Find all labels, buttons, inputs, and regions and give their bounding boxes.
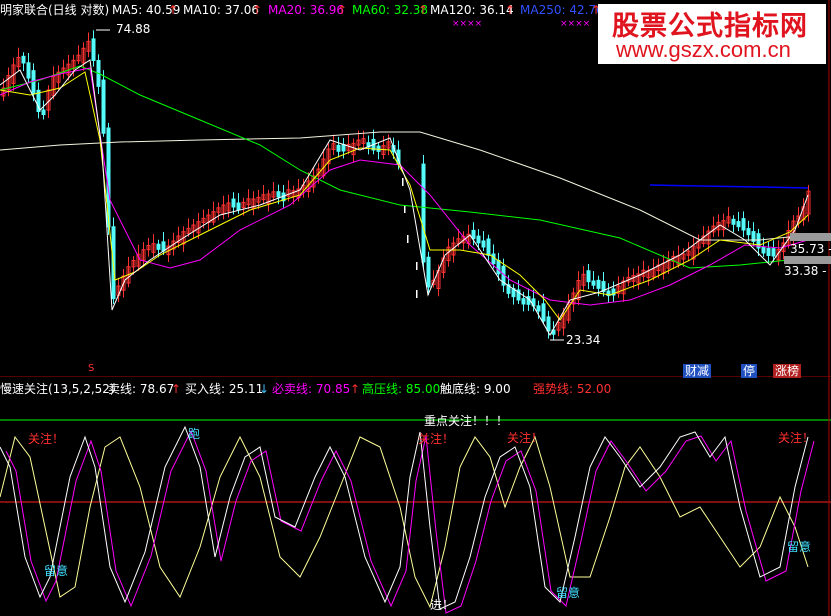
ma120-value: MA120: 36.14 — [430, 3, 514, 17]
watermark-url: www.gszx.com.cn — [616, 37, 791, 62]
ma60-line — [0, 65, 809, 269]
must-sell-line-magenta — [5, 429, 815, 614]
candle-body — [521, 298, 526, 305]
must-sell-line-value: 必卖线: 70.85 — [272, 382, 351, 396]
candle-body — [541, 303, 546, 322]
candle-body — [341, 144, 346, 152]
candle-body — [231, 198, 236, 208]
signal-mark-s: S — [88, 363, 95, 374]
candle-body — [731, 218, 736, 225]
ma10-arrow: ↑ — [252, 3, 263, 17]
candle-body — [101, 79, 106, 134]
enter-label: 进！ — [430, 598, 455, 612]
xx-marks-2: ×××× — [560, 19, 591, 29]
sell-line-yellow — [0, 435, 809, 609]
event-badge-halt[interactable]: 停 — [741, 364, 758, 378]
sell-line-value: 卖线: 78.67 — [108, 382, 175, 396]
candle-body — [41, 109, 46, 116]
candle-body — [491, 253, 496, 265]
ma60-value: MA60: 32.38 — [352, 3, 429, 17]
gap-tick — [416, 290, 418, 298]
bottom-touch-line-value: 触底线: 9.00 — [440, 382, 511, 396]
candle-body — [546, 316, 551, 332]
right-price-label-2: 33.38 - 3 — [784, 264, 831, 278]
candle-body — [771, 248, 776, 257]
run-label: 跑 — [188, 427, 201, 441]
candle-body — [161, 241, 166, 252]
candle-body — [481, 240, 486, 248]
gap-tick — [416, 262, 418, 270]
candle-body — [596, 279, 601, 289]
buy-line-value: 买入线: 25.11 — [185, 382, 264, 396]
focus-label-3: 关注！ — [507, 431, 544, 445]
candle-body — [476, 235, 481, 244]
high-price-label: 74.88 — [116, 22, 151, 36]
ma5-line — [0, 59, 809, 337]
ma10-line — [0, 71, 809, 321]
candle-body — [741, 218, 746, 231]
gap-tick — [404, 205, 406, 213]
indicator-name: 慢速关注(13,5,2,52) — [0, 382, 115, 396]
price-marker-bar-1 — [790, 233, 831, 241]
low-price-label: 23.34 — [566, 333, 601, 347]
strong-line-value: 强势线: 52.00 — [533, 382, 612, 396]
candle-body — [426, 256, 431, 288]
ma250-line — [649, 184, 809, 189]
focus-title-label: 重点关注！！！ — [424, 414, 509, 428]
sell-line-arrow: ↑ — [171, 382, 182, 396]
candle-body — [26, 62, 31, 79]
candle-body — [91, 38, 96, 61]
gap-tick — [407, 235, 409, 243]
focus-label-4: 关注！ — [778, 431, 815, 445]
stock-chart-window: 明家联合(日线 对数) MA5: 40.59 ↑ MA10: 37.06 ↑ M… — [0, 0, 831, 616]
watch-label-2: 留意 — [556, 586, 581, 600]
candle-body — [736, 221, 741, 228]
candle-body — [21, 55, 26, 64]
ma10-value: MA10: 37.06 — [183, 3, 260, 17]
ma120-arrow: ↑ — [505, 3, 516, 17]
watch-label-3: 留意 — [787, 540, 812, 554]
high-pressure-line-value: 高压线: 85.00 — [362, 382, 441, 396]
event-badge-cut[interactable]: 财减 — [683, 364, 712, 378]
price-marker-bar-2 — [784, 256, 831, 264]
ma60-arrow: ↑ — [418, 3, 429, 17]
stock-name: 明家联合(日线 对数) — [0, 3, 110, 17]
candle-body — [336, 144, 341, 152]
candle-body — [591, 280, 596, 286]
must-sell-arrow: ↑ — [350, 382, 361, 396]
candle-body — [276, 191, 281, 198]
gap-tick — [402, 178, 404, 186]
buy-line-arrow: ↓ — [259, 382, 270, 396]
candle-body — [746, 228, 751, 236]
watch-label-1: 留意 — [44, 564, 69, 578]
candle-body — [486, 238, 491, 256]
focus-label-1: 关注！ — [28, 432, 65, 446]
event-badge-limit-list[interactable]: 涨榜 — [773, 364, 802, 378]
ma20-arrow: ↑ — [337, 3, 348, 17]
buy-line-white — [0, 425, 809, 610]
candle-body — [496, 259, 501, 275]
candle-body — [536, 305, 541, 312]
ma5-arrow: ↑ — [168, 3, 179, 17]
oscillator-chart[interactable] — [0, 377, 831, 616]
candle-body — [766, 247, 771, 257]
candle-body — [761, 246, 766, 254]
candle-body — [586, 270, 591, 283]
candle-body — [156, 243, 161, 250]
candle-body — [236, 202, 241, 211]
focus-label-2: 关注！ — [418, 432, 455, 446]
candle-body — [471, 229, 476, 240]
candle-body — [421, 163, 426, 263]
xx-marks-1: ×××× — [452, 19, 483, 29]
ma20-value: MA20: 36.96 — [268, 3, 345, 17]
ma20-line — [0, 67, 809, 306]
right-price-label-1: 35.73 - 3 — [790, 242, 831, 256]
